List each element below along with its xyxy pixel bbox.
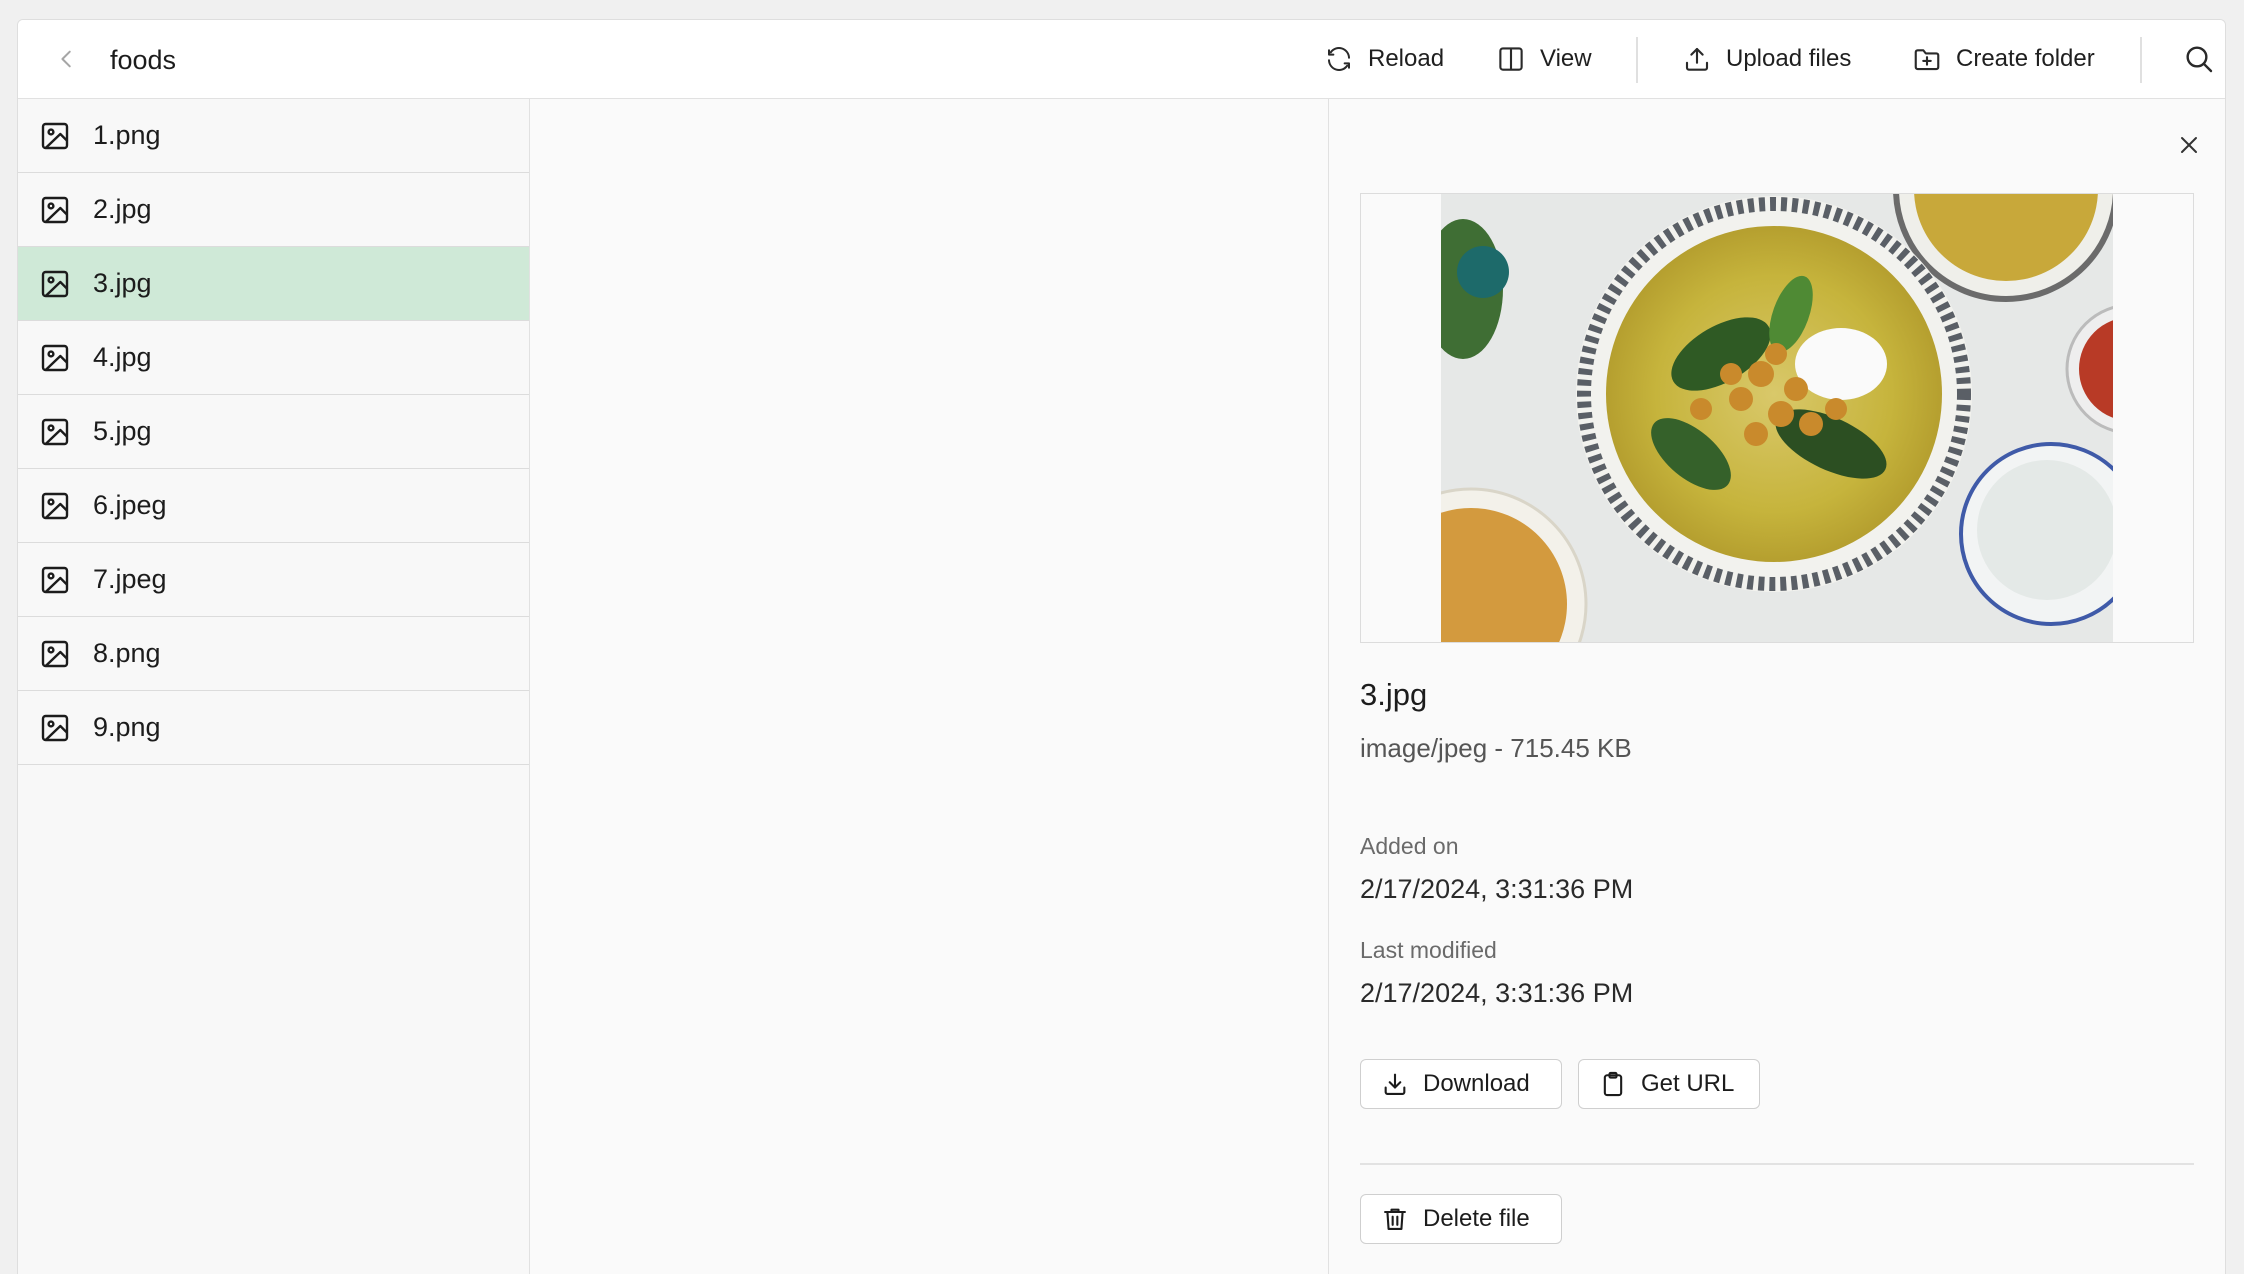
folder-title: foods	[110, 45, 177, 75]
chevron-left-icon	[61, 50, 71, 68]
upload-icon	[1685, 47, 1709, 71]
close-icon	[2181, 137, 2197, 153]
get-url-label: Get URL	[1641, 1070, 1735, 1097]
image-file-icon	[41, 492, 69, 519]
back-button[interactable]	[48, 40, 86, 78]
file-name: 5.jpg	[93, 416, 152, 446]
file-name: 4.jpg	[93, 342, 152, 372]
file-details-panel: 3.jpg image/jpeg - 715.45 KB Added on 2/…	[1328, 99, 2225, 1274]
detail-file-type-size: image/jpeg - 715.45 KB	[1360, 733, 1632, 763]
trash-icon	[1384, 1208, 1406, 1230]
added-on-value: 2/17/2024, 3:31:36 PM	[1360, 874, 1634, 904]
detail-file-name: 3.jpg	[1360, 677, 1428, 712]
added-on-label: Added on	[1360, 833, 1459, 859]
file-name: 1.png	[93, 120, 161, 150]
file-name: 6.jpeg	[93, 490, 167, 520]
file-row[interactable]: 6.jpeg	[18, 469, 529, 543]
file-list: 1.png 2.jpg 3.jpg 4.jpg 5.jpg 6.jpeg 7.j…	[18, 99, 530, 1274]
file-row[interactable]: 9.png	[18, 691, 529, 765]
file-row[interactable]: 4.jpg	[18, 321, 529, 395]
folder-plus-icon	[1914, 49, 1940, 71]
clipboard-icon	[1603, 1071, 1623, 1097]
download-button[interactable]: Download	[1360, 1059, 1562, 1109]
file-name: 8.png	[93, 638, 161, 668]
file-name: 3.jpg	[93, 268, 152, 298]
close-panel-button[interactable]	[2173, 129, 2205, 161]
reload-button[interactable]: Reload	[1324, 36, 1444, 82]
get-url-button[interactable]: Get URL	[1578, 1059, 1760, 1109]
download-icon	[1384, 1073, 1406, 1095]
image-file-icon	[41, 344, 69, 371]
file-row[interactable]: 1.png	[18, 99, 529, 173]
file-browser-window: foods Reload View Upload files Create fo…	[17, 19, 2226, 1274]
file-row[interactable]: 5.jpg	[18, 395, 529, 469]
toolbar-divider	[2140, 37, 2142, 83]
file-row[interactable]: 7.jpeg	[18, 543, 529, 617]
create-folder-button[interactable]: Create folder	[1912, 36, 2095, 82]
columns-icon	[1499, 47, 1523, 71]
image-file-icon	[41, 196, 69, 223]
toolbar-divider	[1636, 37, 1638, 83]
image-file-icon	[41, 640, 69, 667]
reload-label: Reload	[1368, 45, 1445, 72]
file-name: 2.jpg	[93, 194, 152, 224]
upload-files-label: Upload files	[1726, 45, 1852, 72]
view-label: View	[1540, 45, 1592, 72]
refresh-icon	[1328, 47, 1350, 71]
delete-file-button[interactable]: Delete file	[1360, 1194, 1562, 1244]
last-modified-value: 2/17/2024, 3:31:36 PM	[1360, 978, 1634, 1008]
search-icon	[2186, 46, 2213, 73]
image-file-icon	[41, 270, 69, 297]
view-button[interactable]: View	[1496, 36, 1592, 82]
upload-files-button[interactable]: Upload files	[1682, 36, 1851, 82]
toolbar: foods Reload View Upload files Create fo…	[18, 20, 2225, 99]
food-photo	[1441, 194, 2113, 642]
delete-file-label: Delete file	[1423, 1205, 1530, 1232]
create-folder-label: Create folder	[1956, 45, 2095, 72]
search-button[interactable]	[2183, 36, 2215, 82]
image-file-icon	[41, 418, 69, 445]
file-name: 9.png	[93, 712, 161, 742]
file-row[interactable]: 2.jpg	[18, 173, 529, 247]
image-file-icon	[41, 566, 69, 593]
image-file-icon	[41, 122, 69, 149]
file-row[interactable]: 3.jpg	[18, 247, 529, 321]
file-row[interactable]: 8.png	[18, 617, 529, 691]
file-name: 7.jpeg	[93, 564, 167, 594]
last-modified-label: Last modified	[1360, 937, 1497, 963]
download-label: Download	[1423, 1070, 1530, 1097]
image-preview	[1360, 193, 2194, 643]
image-file-icon	[41, 714, 69, 741]
panel-divider	[1360, 1163, 2194, 1165]
